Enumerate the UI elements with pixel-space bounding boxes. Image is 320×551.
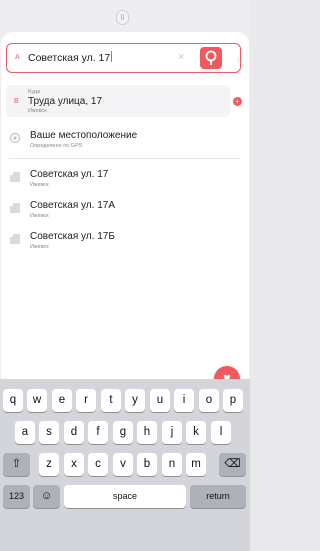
suggestion-subtitle: Ижевск [30,244,49,250]
suggestion-subtitle: Ижевск [30,213,49,219]
key-l[interactable]: l [211,421,231,444]
suggestion-row[interactable]: Советская ул. 17 Ижевск [1,162,249,196]
destination-city: Ижевск [28,108,47,114]
key-s[interactable]: s [39,421,59,444]
key-i[interactable]: i [174,389,194,412]
key-b[interactable]: b [137,453,157,476]
gps-target-icon [9,132,21,144]
suggestion-title: Ваше местоположение [30,130,138,141]
key-h[interactable]: h [137,421,157,444]
phone-screen: A Советская ул. 17 × ↑↓ B Куда Труда ули… [0,0,250,551]
key-n[interactable]: n [162,453,182,476]
key-x[interactable]: x [64,453,84,476]
key-j[interactable]: j [162,421,182,444]
key-c[interactable]: c [88,453,108,476]
key-p[interactable]: p [223,389,243,412]
key-d[interactable]: d [64,421,84,444]
suggestion-subtitle: Определено по GPS [30,143,83,149]
building-icon [10,234,20,244]
building-icon [10,203,20,213]
key-f[interactable]: f [88,421,108,444]
origin-input-value: Советская ул. 17 [28,52,111,64]
key-t[interactable]: t [101,389,121,412]
sheet-grabber-icon[interactable] [116,10,129,25]
numbers-key[interactable]: 123 [3,485,30,508]
suggestion-row[interactable]: Советская ул. 17Б Ижевск [1,224,249,258]
destination-label: Куда [28,89,41,95]
key-r[interactable]: r [76,389,96,412]
key-m[interactable]: m [186,453,206,476]
divider [9,158,241,159]
return-key[interactable]: return [190,485,246,508]
pick-on-map-button[interactable] [200,47,222,69]
emoji-key[interactable]: ☺ [33,485,60,508]
key-w[interactable]: w [27,389,47,412]
backspace-key[interactable]: ⌫ [219,453,246,476]
suggestion-current-location[interactable]: Ваше местоположение Определено по GPS [1,123,249,157]
shift-key[interactable]: ⇧ [3,453,30,476]
key-g[interactable]: g [113,421,133,444]
suggestion-subtitle: Ижевск [30,182,49,188]
key-y[interactable]: y [125,389,145,412]
origin-field[interactable]: A Советская ул. 17 × [6,43,241,73]
key-v[interactable]: v [113,453,133,476]
suggestion-title: Советская ул. 17Б [30,231,115,242]
space-key[interactable]: space [64,485,186,508]
key-e[interactable]: e [52,389,72,412]
building-icon [10,172,20,182]
key-z[interactable]: z [39,453,59,476]
keyboard: q w e r t y u i o p a s d f g h j k l ⇧ … [0,379,250,551]
add-stop-button[interactable]: + [233,97,242,106]
map-pin-icon [205,50,217,65]
key-q[interactable]: q [3,389,23,412]
origin-input[interactable]: Советская ул. 17 [28,51,113,64]
key-a[interactable]: a [15,421,35,444]
clear-icon[interactable]: × [178,52,184,63]
key-u[interactable]: u [150,389,170,412]
origin-letter: A [15,54,20,61]
key-k[interactable]: k [186,421,206,444]
suggestion-title: Советская ул. 17А [30,200,115,211]
key-o[interactable]: o [199,389,219,412]
destination-field[interactable]: B Куда Труда улица, 17 Ижевск [6,85,230,117]
destination-value: Труда улица, 17 [28,96,103,107]
suggestion-row[interactable]: Советская ул. 17А Ижевск [1,193,249,227]
destination-letter: B [14,98,19,105]
swap-icon[interactable]: ↑↓ [236,56,243,65]
text-cursor [111,51,113,62]
suggestion-title: Советская ул. 17 [30,169,109,180]
